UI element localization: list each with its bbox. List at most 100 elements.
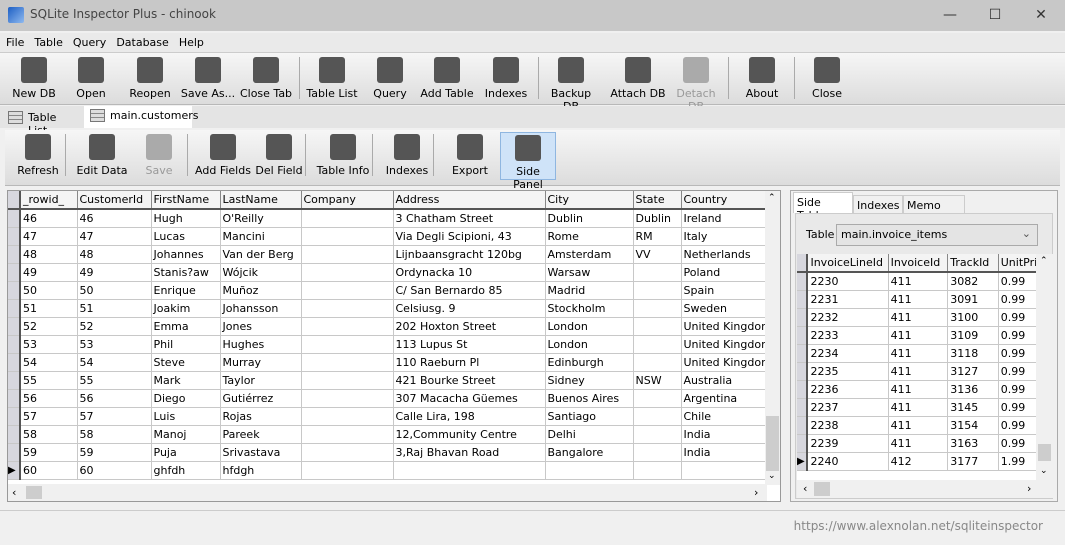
column-header[interactable]: _rowid_ (20, 191, 78, 210)
menu-help[interactable]: Help (173, 33, 208, 49)
cell-country[interactable]: Poland (681, 263, 775, 282)
cell-state[interactable] (633, 353, 682, 372)
side-tab-memo-field[interactable]: Memo Field (903, 195, 965, 225)
row-selector[interactable] (797, 362, 809, 381)
scroll-thumb[interactable] (766, 416, 779, 471)
table-list-button[interactable]: Table List (305, 55, 359, 103)
cell-trackid[interactable]: 3163 (947, 434, 999, 453)
cell-firstname[interactable]: Manoj (151, 425, 221, 444)
cell-address[interactable]: 3,Raj Bhavan Road (393, 443, 546, 462)
cell-company[interactable] (301, 407, 394, 426)
cell-invoiceid[interactable]: 411 (888, 398, 949, 417)
table-row[interactable]: 2237 411 3145 0.99 (797, 398, 1053, 417)
row-selector[interactable] (797, 416, 809, 435)
side-horizontal-scrollbar[interactable]: ‹ › (797, 480, 1053, 498)
cell-state[interactable] (633, 335, 682, 354)
side-tab-indexes[interactable]: Indexes (853, 195, 903, 213)
scroll-thumb[interactable] (814, 482, 830, 496)
row-selector[interactable] (797, 308, 809, 327)
cell-trackid[interactable]: 3136 (947, 380, 999, 399)
column-header[interactable]: InvoiceLineId (807, 254, 889, 273)
maximize-button[interactable]: ☐ (972, 0, 1018, 31)
cell-address[interactable]: 12,Community Centre (393, 425, 546, 444)
cell-company[interactable] (301, 353, 394, 372)
cell-invoiceid[interactable]: 412 (888, 452, 949, 471)
cell-city[interactable]: Buenos Aires (545, 389, 634, 408)
row-selector[interactable] (797, 272, 809, 291)
cell-customerid[interactable]: 48 (77, 245, 152, 264)
cell-invoiceid[interactable]: 411 (888, 308, 949, 327)
cell-lastname[interactable]: Johansson (220, 299, 302, 318)
menu-query[interactable]: Query (67, 33, 110, 49)
row-selector[interactable] (797, 398, 809, 417)
cell-lastname[interactable]: Hughes (220, 335, 302, 354)
cell-invoiceid[interactable]: 411 (888, 362, 949, 381)
cell-city[interactable]: Amsterdam (545, 245, 634, 264)
cell-address[interactable]: Ordynacka 10 (393, 263, 546, 282)
cell-address[interactable]: Via Degli Scipioni, 43 (393, 227, 546, 246)
cell-company[interactable] (301, 389, 394, 408)
cell-rowid[interactable]: 50 (20, 281, 78, 300)
cell-state[interactable] (633, 299, 682, 318)
close-tab-button[interactable]: Close Tab (238, 55, 294, 103)
backup-db-button[interactable]: Backup DB (543, 55, 599, 113)
cell-address[interactable] (393, 461, 546, 480)
column-header[interactable]: InvoiceId (888, 254, 949, 273)
cell-customerid[interactable]: 56 (77, 389, 152, 408)
cell-city[interactable]: Delhi (545, 425, 634, 444)
cell-rowid[interactable]: 58 (20, 425, 78, 444)
cell-company[interactable] (301, 227, 394, 246)
row-selector[interactable] (8, 317, 21, 336)
scroll-thumb[interactable] (1038, 444, 1051, 461)
cell-trackid[interactable]: 3100 (947, 308, 999, 327)
cell-lastname[interactable]: Pareek (220, 425, 302, 444)
table-row[interactable]: 47 47 Lucas Mancini Via Degli Scipioni, 43 Ro… (8, 227, 775, 246)
side-panel-button[interactable]: Side Panel (500, 132, 556, 191)
cell-rowid[interactable]: 59 (20, 443, 78, 462)
cell-rowid[interactable]: 48 (20, 245, 78, 264)
cell-address[interactable]: 202 Hoxton Street (393, 317, 546, 336)
cell-invoicelineid[interactable]: 2235 (807, 362, 889, 381)
cell-firstname[interactable]: Puja (151, 443, 221, 462)
row-selector[interactable] (8, 209, 21, 228)
cell-customerid[interactable]: 46 (77, 209, 152, 228)
close-button[interactable]: Close (800, 55, 854, 103)
cell-address[interactable]: 421 Bourke Street (393, 371, 546, 390)
table-row[interactable]: 2232 411 3100 0.99 (797, 308, 1053, 327)
row-selector[interactable] (797, 344, 809, 363)
cell-city[interactable]: Santiago (545, 407, 634, 426)
horizontal-scrollbar[interactable]: ‹ › (8, 484, 767, 501)
cell-invoiceid[interactable]: 411 (888, 434, 949, 453)
save-as-button[interactable]: Save As... (180, 55, 236, 103)
cell-rowid[interactable]: 47 (20, 227, 78, 246)
cell-rowid[interactable]: 52 (20, 317, 78, 336)
tab-table-list[interactable]: Table List (2, 108, 82, 137)
cell-firstname[interactable]: Joakim (151, 299, 221, 318)
cell-city[interactable]: Bangalore (545, 443, 634, 462)
cell-firstname[interactable]: Luis (151, 407, 221, 426)
cell-company[interactable] (301, 299, 394, 318)
row-selector[interactable] (8, 407, 21, 426)
column-header[interactable]: State (633, 191, 682, 210)
menu-file[interactable]: File (0, 33, 28, 49)
cell-lastname[interactable]: Mancini (220, 227, 302, 246)
add-table-button[interactable]: Add Table (420, 55, 474, 103)
table-row[interactable]: 59 59 Puja Srivastava 3,Raj Bhavan Road Banga… (8, 443, 775, 462)
cell-invoiceid[interactable]: 411 (888, 380, 949, 399)
cell-customerid[interactable]: 55 (77, 371, 152, 390)
cell-trackid[interactable]: 3177 (947, 452, 999, 471)
table-row[interactable]: 2231 411 3091 0.99 (797, 290, 1053, 309)
cell-invoiceid[interactable]: 411 (888, 416, 949, 435)
row-selector[interactable]: ▶ (8, 461, 21, 480)
cell-invoiceid[interactable]: 411 (888, 326, 949, 345)
cell-lastname[interactable]: Taylor (220, 371, 302, 390)
cell-rowid[interactable]: 55 (20, 371, 78, 390)
cell-lastname[interactable]: hfdgh (220, 461, 302, 480)
cell-rowid[interactable]: 46 (20, 209, 78, 228)
cell-lastname[interactable]: Murray (220, 353, 302, 372)
cell-trackid[interactable]: 3082 (947, 272, 999, 291)
table-row[interactable]: ▶ 2240 412 3177 1.99 (797, 452, 1053, 471)
cell-city[interactable]: London (545, 317, 634, 336)
vertical-scrollbar[interactable]: ⌃ ⌄ (765, 191, 780, 485)
edit-data-button[interactable]: Edit Data (73, 132, 131, 180)
